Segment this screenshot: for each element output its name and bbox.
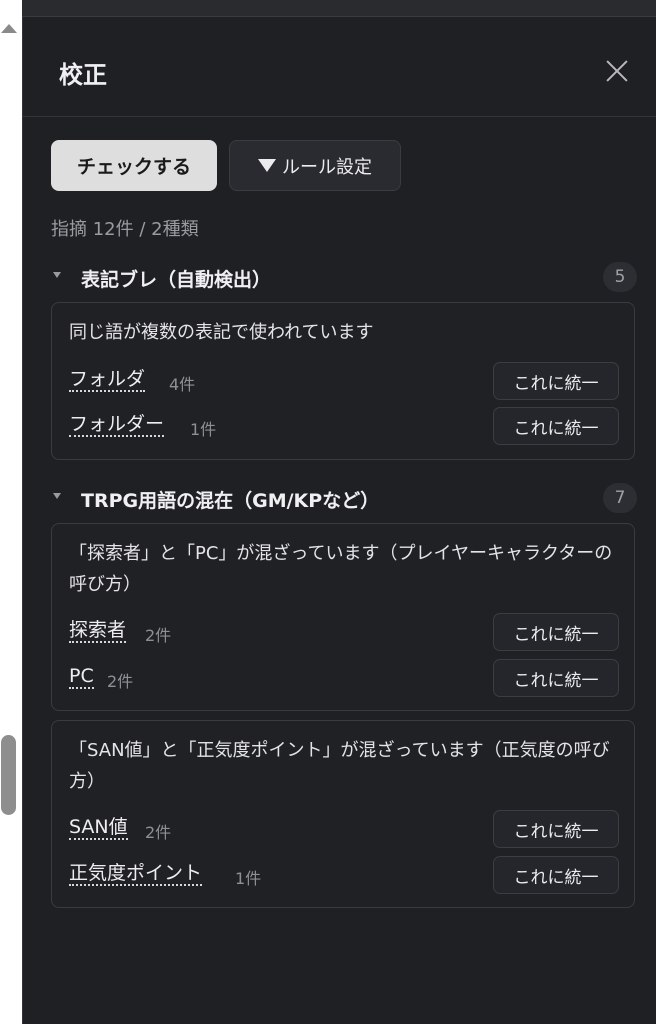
issue-card: 同じ語が複数の表記で使われています フォルダ 4件 これに統一 フォルダー 1件…	[51, 302, 635, 460]
unify-button[interactable]: これに統一	[493, 659, 619, 697]
unify-button[interactable]: これに統一	[493, 856, 619, 894]
section-header-spelling-variants[interactable]: 表記ブレ（自動検出） 5	[51, 262, 637, 294]
top-bar	[22, 0, 656, 17]
section-title: 表記ブレ（自動検出）	[81, 269, 272, 291]
issue-card: 「探索者」と「PC」が混ざっています（プレイヤーキャラクターの呼び方） 探索者 …	[51, 523, 635, 711]
term-count: 2件	[107, 672, 134, 691]
term-link[interactable]: 正気度ポイント	[69, 862, 203, 886]
term-row: 探索者 2件 これに統一	[69, 613, 619, 651]
unify-button[interactable]: これに統一	[493, 810, 619, 848]
term-link[interactable]: SAN値	[69, 816, 128, 840]
panel-title: 校正	[59, 61, 107, 89]
issue-description: 「SAN値」と「正気度ポイント」が混ざっています（正気度の呼び方）	[69, 740, 610, 792]
scrollbar-thumb[interactable]	[1, 735, 16, 815]
rule-settings-button[interactable]: ルール設定	[229, 140, 401, 191]
rule-settings-label: ルール設定	[282, 156, 372, 178]
unify-button[interactable]: これに統一	[493, 613, 619, 651]
term-link[interactable]: 探索者	[69, 619, 127, 643]
term-row: SAN値 2件 これに統一	[69, 810, 619, 848]
section-count-badge: 5	[603, 262, 637, 292]
caret-down-icon	[53, 272, 61, 278]
panel-header: 校正	[23, 17, 656, 117]
term-row: PC 2件 これに統一	[69, 659, 619, 697]
term-count: 1件	[235, 869, 262, 888]
editor-scrollbar[interactable]	[0, 0, 22, 1024]
proofreading-panel: 校正 チェックする ルール設定 指摘 12件 / 2種類 表記ブレ（自動検出） …	[22, 17, 656, 1024]
caret-down-icon	[53, 493, 61, 499]
triangle-down-icon	[258, 159, 276, 172]
term-link[interactable]: PC	[69, 665, 94, 689]
section-header-trpg-terms[interactable]: TRPG用語の混在（GM/KPなど） 7	[51, 483, 637, 515]
section-title: TRPG用語の混在（GM/KPなど）	[81, 490, 380, 512]
unify-button[interactable]: これに統一	[493, 362, 619, 400]
issue-description: 「探索者」と「PC」が混ざっています（プレイヤーキャラクターの呼び方）	[69, 543, 613, 595]
issue-description: 同じ語が複数の表記で使われています	[69, 322, 374, 343]
term-count: 2件	[145, 626, 172, 645]
term-count: 4件	[169, 375, 196, 394]
term-row: フォルダ 4件 これに統一	[69, 362, 619, 400]
check-button[interactable]: チェックする	[51, 140, 217, 191]
scroll-up-arrow-icon[interactable]	[1, 24, 17, 33]
issue-card: 「SAN値」と「正気度ポイント」が混ざっています（正気度の呼び方） SAN値 2…	[51, 720, 635, 908]
unify-button[interactable]: これに統一	[493, 407, 619, 445]
term-count: 1件	[190, 420, 217, 439]
term-link[interactable]: フォルダ	[69, 368, 146, 392]
term-count: 2件	[145, 823, 172, 842]
term-row: 正気度ポイント 1件 これに統一	[69, 856, 619, 894]
issue-summary: 指摘 12件 / 2種類	[51, 219, 199, 240]
section-count-badge: 7	[603, 483, 637, 513]
term-row: フォルダー 1件 これに統一	[69, 407, 619, 445]
term-link[interactable]: フォルダー	[69, 413, 165, 437]
close-icon[interactable]	[603, 57, 631, 85]
